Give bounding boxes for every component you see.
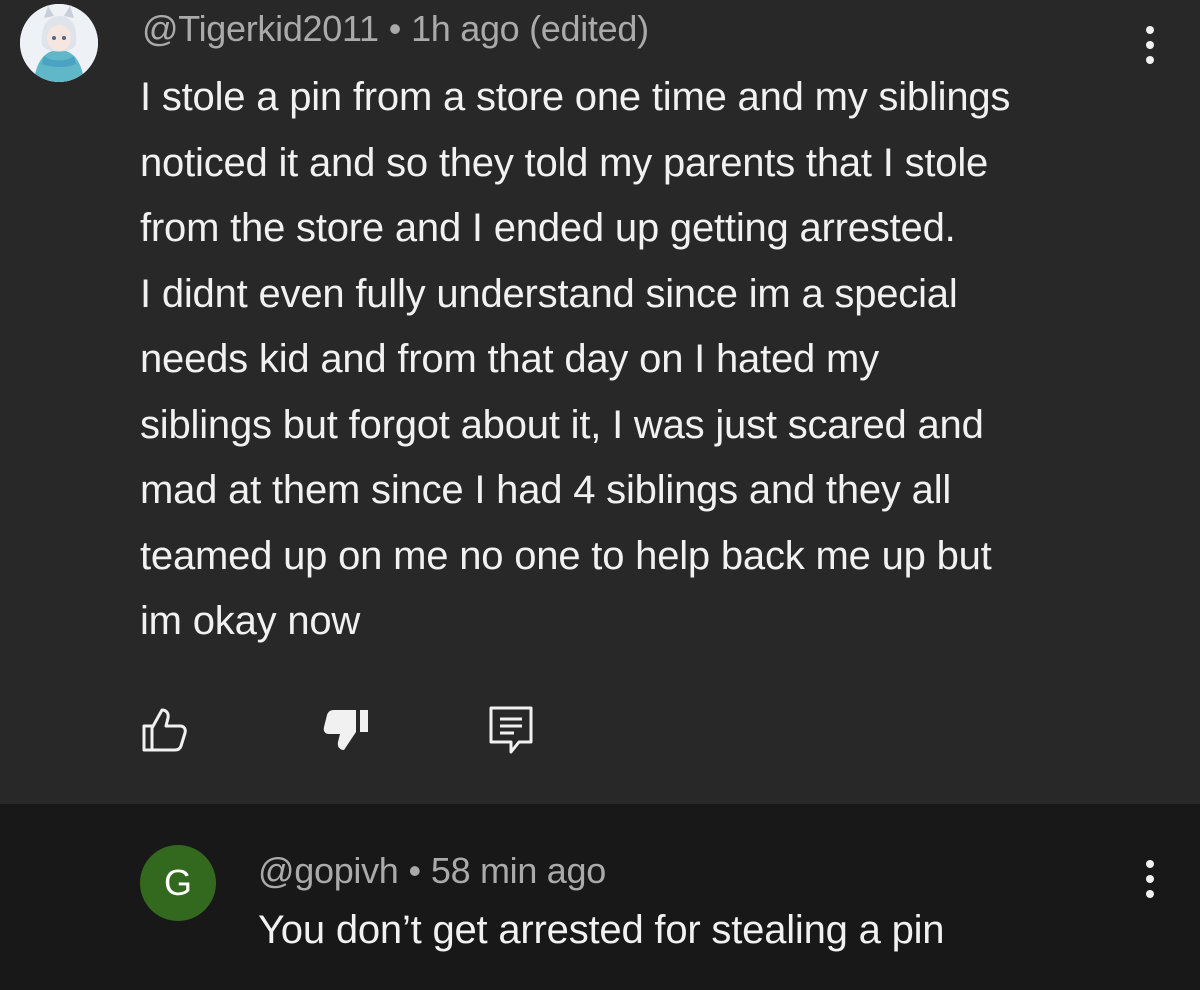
- comment-actions: [0, 700, 1200, 760]
- dot-icon: [1146, 860, 1154, 868]
- avatar[interactable]: [20, 4, 98, 82]
- comment-text: I stole a pin from a store one time and …: [140, 65, 1180, 655]
- dot-icon: [1146, 26, 1154, 34]
- reply-avatar[interactable]: G: [140, 845, 216, 921]
- comment-line: I didnt even fully understand since im a…: [140, 271, 958, 316]
- meta-separator: •: [408, 850, 422, 891]
- dot-icon: [1146, 56, 1154, 64]
- reply-item: G @gopivh • 58 min ago You don’t get arres…: [0, 804, 1200, 990]
- comment-line: needs kid and from that day on I hated m…: [140, 337, 879, 381]
- comment-author[interactable]: @Tigerkid2011: [142, 8, 379, 49]
- comment-line: mad at them since I had 4 siblings and t…: [140, 468, 952, 512]
- thumbs-down-icon[interactable]: [322, 706, 370, 754]
- reply-text: You don’t get arrested for stealing a pi…: [258, 908, 945, 952]
- comment-menu-button[interactable]: [1144, 26, 1156, 64]
- comment-line: im okay now: [140, 599, 361, 643]
- reply-time: 58 min ago: [430, 850, 606, 891]
- comment-line: I stole a pin from a store one time and …: [140, 75, 1011, 119]
- reply-comment-icon[interactable]: [487, 704, 535, 756]
- comment-line: from the store and I ended up getting ar…: [140, 206, 956, 250]
- comment-line: teamed up on me no one to help back me u…: [140, 533, 992, 578]
- comment-meta: @Tigerkid2011 • 1h ago (edited): [142, 8, 649, 50]
- comment-line: siblings but forgot about it, I was just…: [140, 402, 984, 447]
- dot-icon: [1146, 890, 1154, 898]
- meta-separator: •: [388, 8, 402, 49]
- avatar-image: [20, 4, 98, 82]
- dot-icon: [1146, 41, 1154, 49]
- dot-icon: [1146, 875, 1154, 883]
- thumbs-up-icon[interactable]: [140, 706, 188, 754]
- comment-thread-item: @Tigerkid2011 • 1h ago (edited) I stole a …: [0, 0, 1200, 804]
- reply-author[interactable]: @gopivh: [258, 850, 399, 891]
- reply-meta: @gopivh • 58 min ago: [258, 850, 606, 892]
- comment-line: noticed it and so they told my parents t…: [140, 140, 989, 185]
- reply-menu-button[interactable]: [1144, 860, 1156, 898]
- comment-time: 1h ago (edited): [411, 8, 649, 49]
